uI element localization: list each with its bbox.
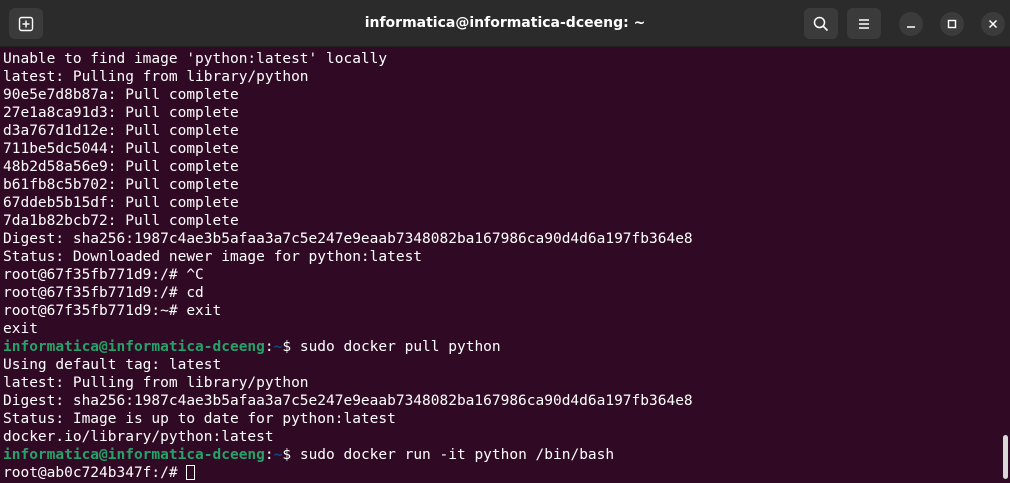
shell-prompt-line: informatica@informatica-dceeng:~$ sudo d… [3, 446, 693, 464]
search-button[interactable] [804, 8, 838, 39]
terminal-line: latest: Pulling from library/python [3, 375, 309, 391]
close-icon [988, 19, 998, 29]
minimize-button[interactable] [899, 12, 923, 36]
terminal-line: exit [3, 321, 38, 337]
shell-prompt-line: informatica@informatica-dceeng:~$ sudo d… [3, 338, 693, 356]
terminal-line: Using default tag: latest [3, 357, 222, 373]
terminal-line: root@67f35fb771d9:~# exit [3, 303, 222, 319]
prompt-dollar: $ [282, 447, 300, 463]
scrollbar-thumb[interactable] [1003, 435, 1008, 479]
text-cursor [186, 465, 196, 480]
menu-button[interactable] [847, 8, 881, 39]
maximize-icon [947, 19, 957, 29]
terminal-output[interactable]: Unable to find image 'python:latest' loc… [0, 47, 1010, 483]
prompt-user: informatica@informatica-dceeng [3, 339, 265, 355]
close-button[interactable] [981, 12, 1005, 36]
terminal-line: 67ddeb5b15df: Pull complete [3, 195, 239, 211]
prompt-command: sudo docker pull python [299, 339, 501, 355]
search-icon [813, 16, 829, 31]
terminal-line: Unable to find image 'python:latest' loc… [3, 51, 388, 67]
maximize-button[interactable] [940, 12, 964, 36]
prompt-colon: : [264, 339, 274, 355]
terminal-line: b61fb8c5b702: Pull complete [3, 177, 239, 193]
terminal-line: latest: Pulling from library/python [3, 69, 309, 85]
prompt-user: informatica@informatica-dceeng [3, 447, 265, 463]
terminal-line: Digest: sha256:1987c4ae3b5afaa3a7c5e247e… [3, 393, 693, 409]
terminal-line: 90e5e7d8b87a: Pull complete [3, 87, 239, 103]
terminal-line: root@67f35fb771d9:/# cd [3, 285, 204, 301]
terminal-line: Digest: sha256:1987c4ae3b5afaa3a7c5e247e… [3, 231, 693, 247]
prompt-dollar: $ [282, 339, 300, 355]
terminal-line: 48b2d58a56e9: Pull complete [3, 159, 239, 175]
terminal-window: informatica@informatica-dceeng: ~ Unable… [0, 0, 1010, 483]
hamburger-menu-icon [859, 18, 869, 29]
title-bar: informatica@informatica-dceeng: ~ [0, 0, 1010, 47]
terminal-line: 27e1a8ca91d3: Pull complete [3, 105, 239, 121]
terminal-line: Status: Image is up to date for python:l… [3, 411, 396, 427]
terminal-line: 711be5dc5044: Pull complete [3, 141, 239, 157]
terminal-line: 7da1b82bcb72: Pull complete [3, 213, 239, 229]
terminal-line: docker.io/library/python:latest [3, 429, 274, 445]
scrollbar[interactable] [1001, 47, 1010, 483]
minimize-icon [907, 26, 915, 28]
prompt-command: sudo docker run -it python /bin/bash [299, 447, 615, 463]
prompt-colon: : [264, 447, 274, 463]
terminal-line: root@67f35fb771d9:/# ^C [3, 267, 204, 283]
container-prompt: root@ab0c724b347f:/# [3, 465, 187, 481]
active-prompt-line[interactable]: root@ab0c724b347f:/# [3, 464, 693, 482]
terminal-line: Status: Downloaded newer image for pytho… [3, 249, 423, 265]
terminal-line: d3a767d1d12e: Pull complete [3, 123, 239, 139]
